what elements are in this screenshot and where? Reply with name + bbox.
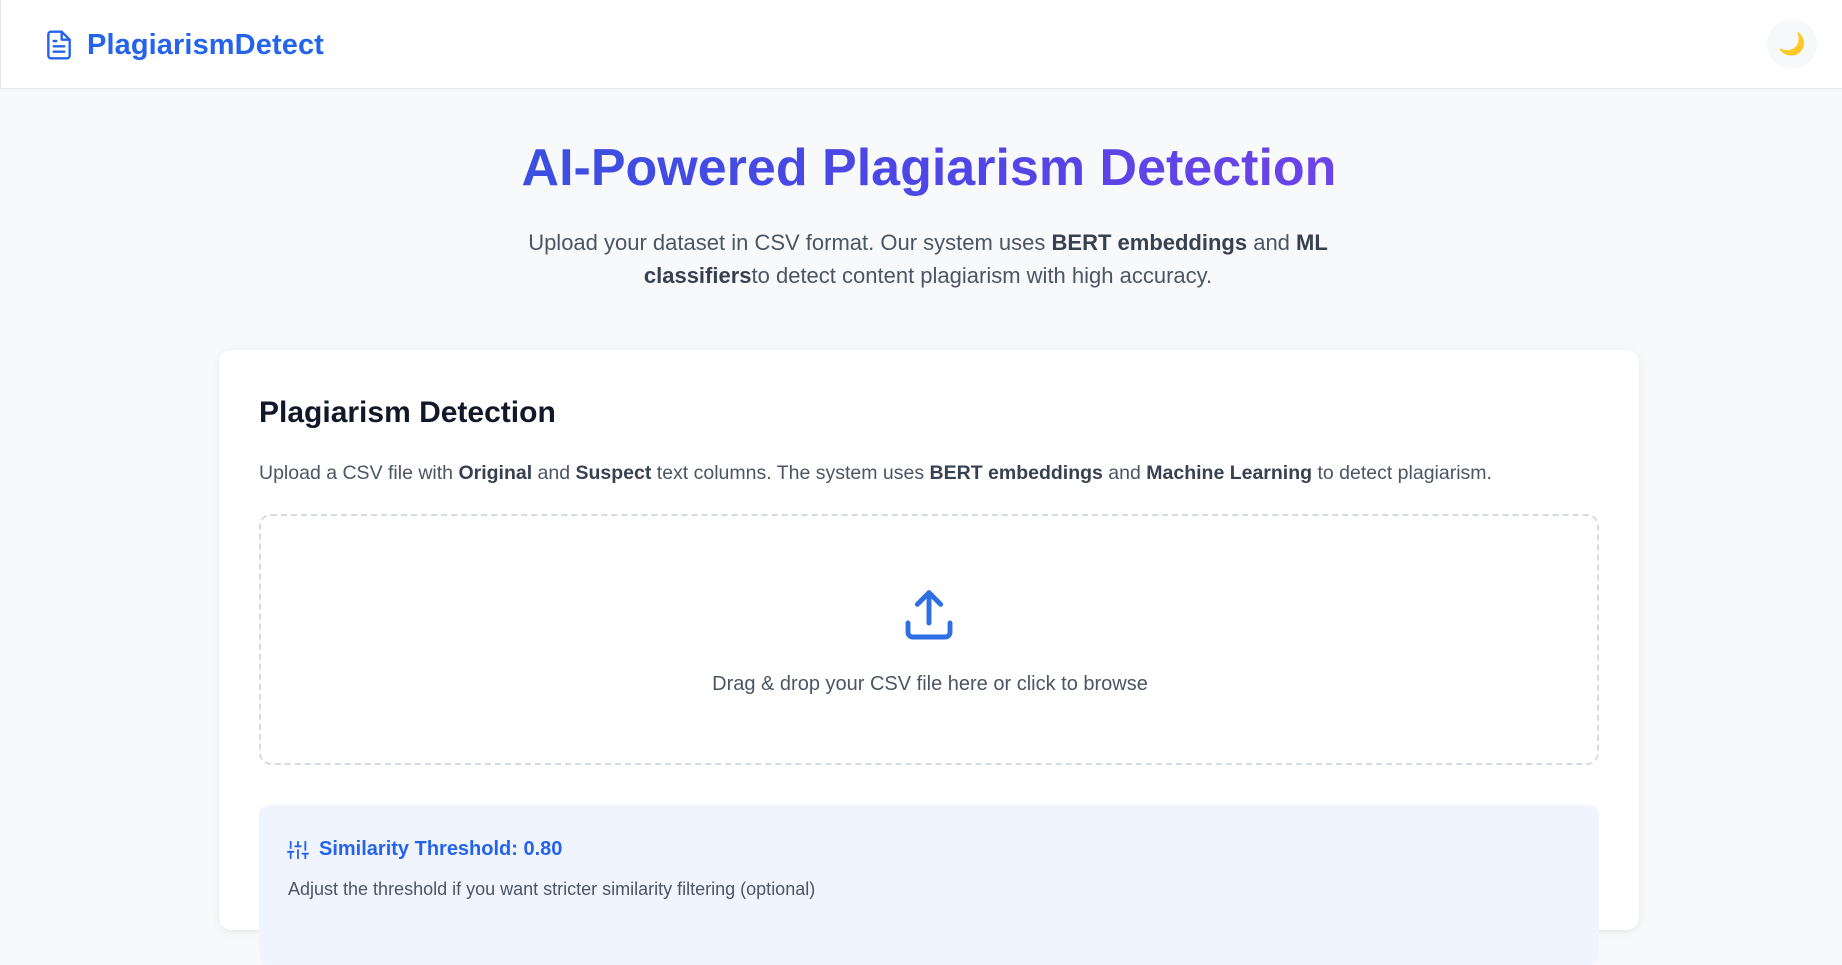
threshold-header: Similarity Threshold: 0.80 (287, 838, 562, 861)
brand-link[interactable]: PlagiarismDetect (43, 25, 324, 65)
csv-dropzone[interactable]: Drag & drop your CSV file here or click … (259, 514, 1599, 765)
document-icon (47, 30, 71, 60)
hero-subtitle-text-3: to detect content plagiarism with high a… (751, 263, 1213, 288)
top-navbar: PlagiarismDetect 🌙 (0, 0, 1842, 89)
card-description: Upload a CSV file with Original and Susp… (259, 459, 1599, 487)
dropzone-label: Drag & drop your CSV file here or click … (712, 673, 1148, 695)
card-desc-text-2: and (532, 462, 576, 484)
card-desc-text-3: text columns. The system uses (651, 462, 930, 484)
hero-subtitle: Upload your dataset in CSV format. Our s… (521, 226, 1335, 292)
card-desc-ml: Machine Learning (1146, 462, 1313, 484)
hero-subtitle-text-1: Upload your dataset in CSV format. Our s… (528, 230, 1052, 255)
sliders-icon (287, 840, 309, 859)
card-title: Plagiarism Detection (259, 396, 556, 429)
card-desc-text-1: Upload a CSV file with (259, 462, 459, 484)
card-desc-text-5: to detect plagiarism. (1312, 462, 1492, 484)
hero-title: AI-Powered Plagiarism Detection (0, 136, 1842, 200)
threshold-hint: Adjust the threshold if you want stricte… (288, 879, 816, 899)
detection-card: Plagiarism Detection Upload a CSV file w… (219, 350, 1639, 965)
moon-icon: 🌙 (1778, 31, 1806, 56)
card-desc-bert: BERT embeddings (929, 462, 1103, 484)
threshold-panel: Similarity Threshold: 0.80 Adjust the th… (259, 805, 1599, 965)
theme-toggle-button[interactable]: 🌙 (1767, 19, 1817, 69)
card-desc-text-4: and (1102, 462, 1147, 484)
card-desc-original: Original (458, 462, 533, 484)
hero-subtitle-bert: BERT embeddings (1051, 230, 1248, 255)
card-desc-suspect: Suspect (575, 462, 652, 484)
upload-icon (905, 590, 953, 640)
threshold-label: Similarity Threshold: 0.80 (319, 838, 563, 860)
hero-title-text: AI-Powered Plagiarism Detection (521, 139, 1337, 197)
hero-subtitle-text-2: and (1247, 230, 1297, 255)
brand-name: PlagiarismDetect (87, 28, 324, 61)
